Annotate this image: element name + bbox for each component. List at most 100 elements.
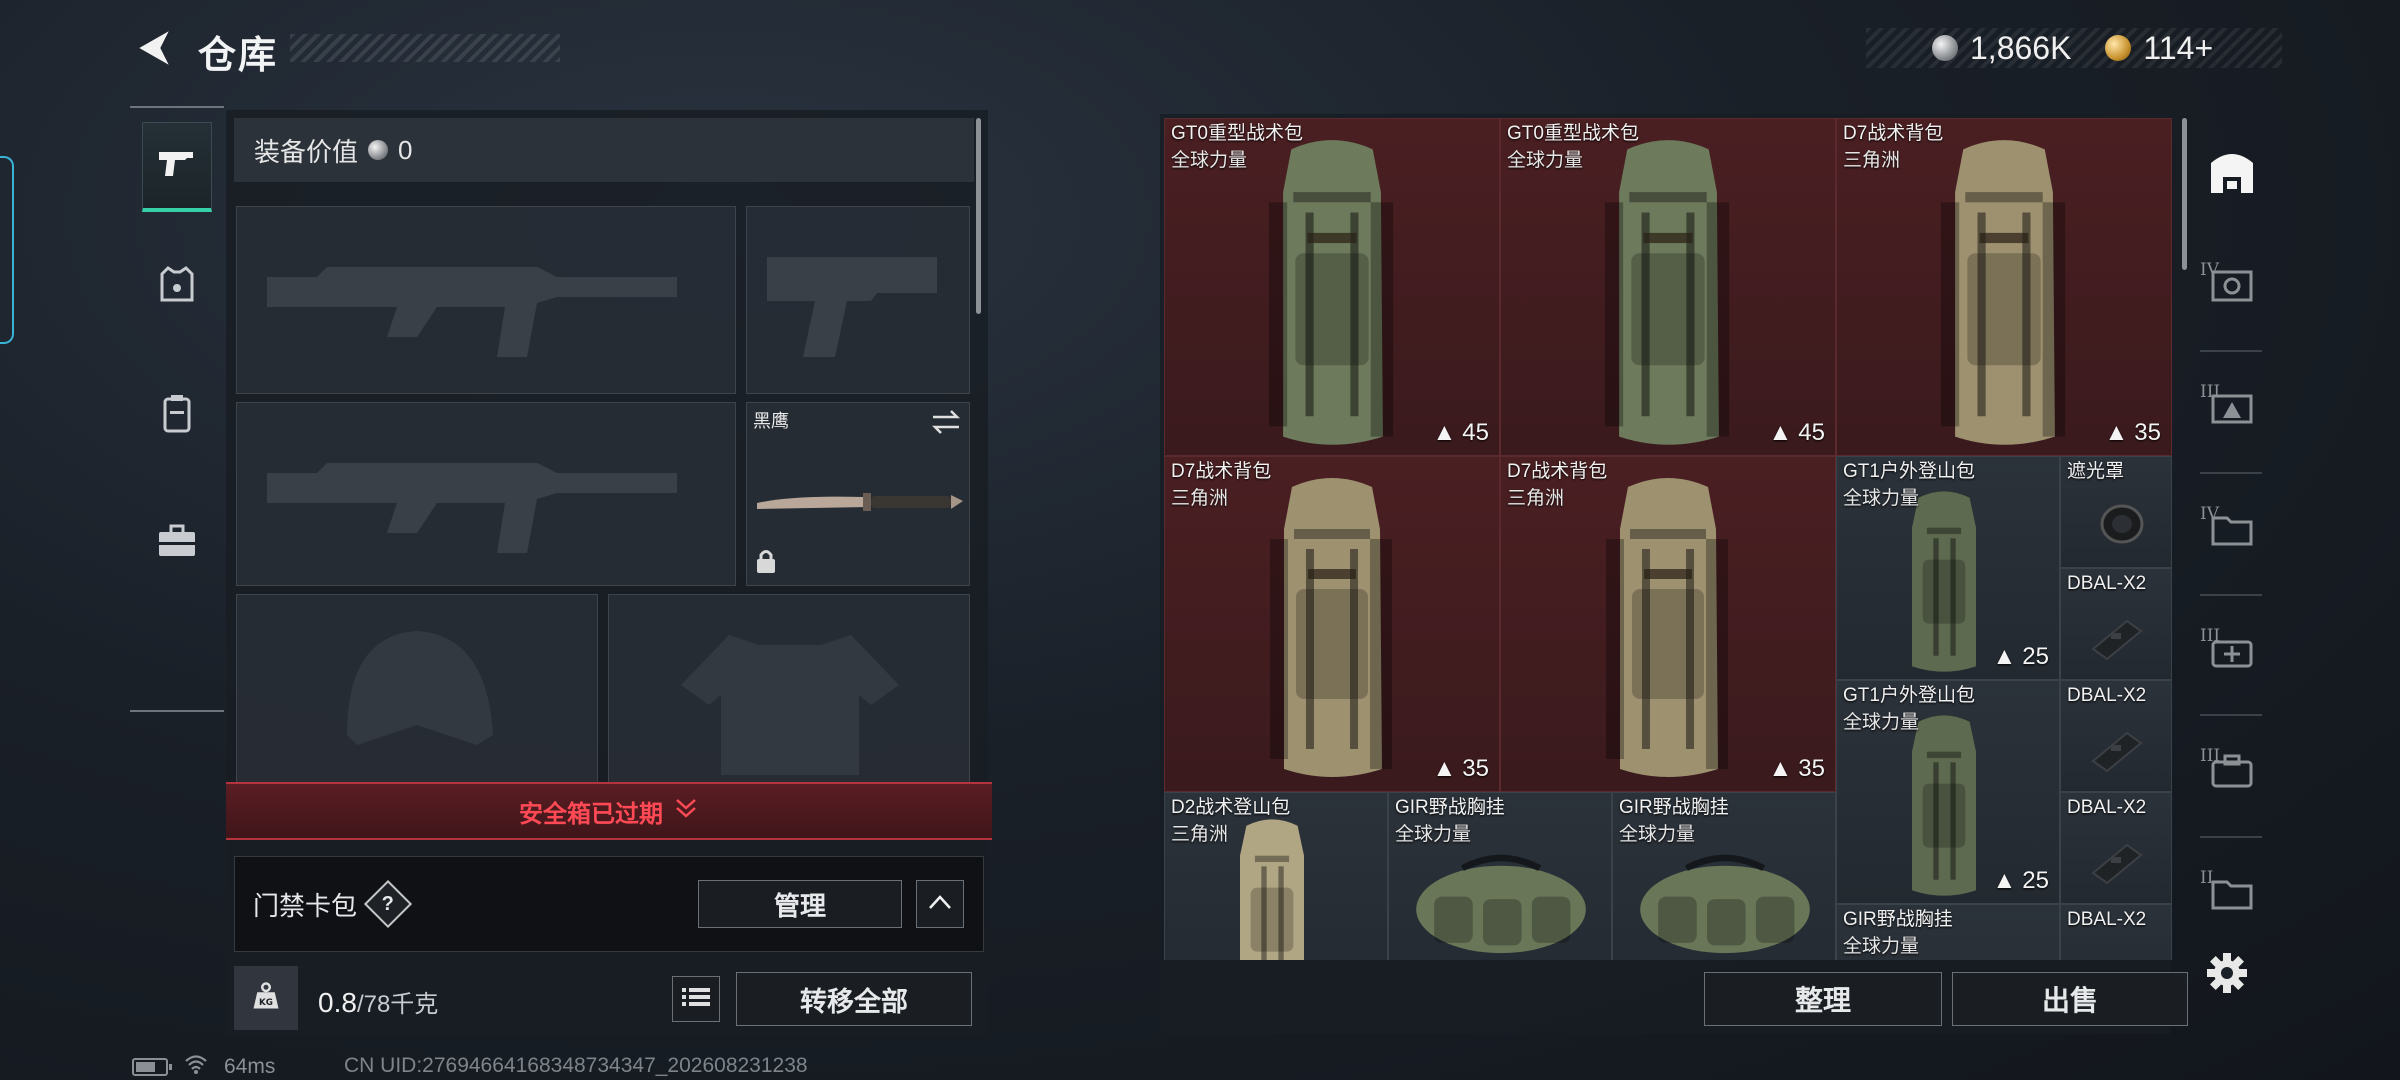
item-faction: 全球力量 [1171, 150, 1248, 171]
primary-weapon-slot[interactable] [236, 206, 736, 394]
inventory-item[interactable]: D2战术登山包 三角洲 [1164, 792, 1388, 960]
tab-storage-5[interactable]: III [2194, 604, 2270, 704]
laser-device-icon [2087, 725, 2147, 780]
item-faction: 全球力量 [1843, 488, 1920, 509]
sort-button[interactable]: 整理 [1704, 972, 1942, 1026]
rifle-silhouette-icon [237, 463, 737, 591]
inventory-item[interactable]: D7战术背包 三角洲 ▲ 35 [1164, 456, 1500, 792]
backpack-item-icon [1257, 469, 1407, 792]
item-name: GIR野战胸挂 [1619, 797, 1729, 818]
transfer-all-button[interactable]: 转移全部 [736, 972, 972, 1026]
safebox-expired-banner[interactable]: 安全箱已过期 [226, 782, 992, 840]
tab-all-storage[interactable] [2194, 124, 2270, 224]
equipment-scrollbar[interactable] [976, 118, 981, 314]
folder-icon [2209, 874, 2255, 919]
tab-backpack[interactable] [142, 370, 212, 460]
title-decoration [290, 34, 560, 62]
weight-indicator [234, 966, 298, 1030]
item-name: DBAL-X2 [2067, 573, 2147, 594]
inventory-item[interactable]: DBAL-X2 [2060, 568, 2172, 680]
laser-device-icon [2087, 613, 2147, 668]
help-icon[interactable]: ? [363, 879, 413, 929]
back-button[interactable] [128, 24, 180, 76]
backpack-icon [161, 393, 193, 438]
inventory-item[interactable]: GT1户外登山包 全球力量 ▲ 25 [1836, 680, 2060, 904]
inventory-item[interactable]: 遮光罩 [2060, 456, 2172, 568]
inventory-item[interactable]: DBAL-X2 [2060, 904, 2172, 960]
inventory-item[interactable]: GT0重型战术包 全球力量 ▲ 45 [1164, 118, 1500, 456]
manage-button[interactable]: 管理 [698, 880, 902, 928]
weight-current: 0.8 [318, 987, 357, 1018]
backpack-item-icon [1593, 469, 1743, 792]
chest-rig-icon [1411, 843, 1591, 960]
equipment-value: 0 [398, 134, 413, 165]
collapse-button[interactable] [916, 880, 964, 928]
currency-bar: 1,866K 114+ [1866, 28, 2282, 68]
item-name: 遮光罩 [2067, 461, 2125, 482]
inventory-scrollbar[interactable] [2182, 118, 2187, 270]
helmet-slot[interactable] [236, 594, 598, 784]
weight-readout: 0.8/78千克 [318, 984, 438, 1019]
knife-icon [753, 481, 965, 526]
pistol-icon [157, 146, 197, 185]
item-name: D7战术背包 [1171, 461, 1272, 482]
item-capacity: ▲ 45 [1432, 419, 1489, 446]
gold-amount: 114+ [2143, 29, 2214, 66]
tab-weapons[interactable] [142, 122, 212, 212]
double-chevron-down-icon [673, 795, 699, 828]
secondary-weapon-slot[interactable] [236, 402, 736, 586]
lock-icon [755, 548, 777, 579]
item-faction: 全球力量 [1619, 824, 1696, 845]
inventory-item[interactable]: GIR野战胸挂 全球力量 [1836, 904, 2060, 960]
inventory-item[interactable]: GIR野战胸挂 全球力量 [1388, 792, 1612, 960]
backpack-item-icon [1593, 131, 1743, 456]
settings-button[interactable] [2202, 950, 2252, 1000]
inventory-item[interactable]: GT0重型战术包 全球力量 ▲ 45 [1500, 118, 1836, 456]
item-name: GIR野战胸挂 [1395, 797, 1505, 818]
item-faction: 三角洲 [1507, 488, 1565, 509]
inventory-item[interactable]: DBAL-X2 [2060, 792, 2172, 904]
item-faction: 三角洲 [1171, 488, 1229, 509]
silver-coin-icon [1932, 35, 1958, 61]
item-name: D7战术背包 [1843, 123, 1944, 144]
inventory-item[interactable]: D7战术背包 三角洲 ▲ 35 [1836, 118, 2172, 456]
inventory-item[interactable]: GIR野战胸挂 全球力量 [1612, 792, 1836, 960]
pistol-slot[interactable] [746, 206, 970, 394]
tab-storage-2[interactable]: IV [2194, 238, 2270, 338]
tab-storage-7[interactable]: II [2194, 846, 2270, 946]
tab-armor[interactable] [142, 242, 212, 332]
pistol-silhouette-icon [747, 257, 971, 399]
inventory-item[interactable]: GT1户外登山包 全球力量 ▲ 25 [1836, 456, 2060, 680]
melee-slot[interactable]: 黑鹰 [746, 402, 970, 586]
tab-storage-6[interactable]: III [2194, 724, 2270, 824]
tab-storage-4[interactable]: IV [2194, 482, 2270, 582]
item-name: D2战术登山包 [1171, 797, 1291, 818]
right-storage-tabs: IV III IV III III II [2194, 114, 2270, 944]
battery-icon [132, 1058, 172, 1076]
item-faction: 全球力量 [1843, 936, 1920, 957]
item-capacity: ▲ 45 [1768, 419, 1825, 446]
item-name: GT0重型战术包 [1507, 123, 1639, 144]
item-faction: 全球力量 [1395, 824, 1472, 845]
item-faction: 三角洲 [1843, 150, 1901, 171]
equipment-value-header: 装备价值 0 [234, 118, 974, 182]
list-icon [682, 986, 710, 1013]
tab-case[interactable] [142, 498, 212, 588]
body-armor-slot[interactable] [608, 594, 970, 784]
capacity-icon: ▲ [1432, 419, 1457, 446]
storage-icon [2207, 149, 2257, 200]
swap-icon[interactable] [931, 409, 961, 440]
back-arrow-icon [133, 27, 175, 74]
sell-button[interactable]: 出售 [1952, 972, 2188, 1026]
item-name: GT1户外登山包 [1843, 685, 1975, 706]
item-name: GIR野战胸挂 [1843, 909, 1953, 930]
item-capacity: ▲ 25 [1992, 643, 2049, 670]
tab-storage-3[interactable]: III [2194, 360, 2270, 460]
armor-vest-icon [160, 265, 194, 309]
inventory-item[interactable]: DBAL-X2 [2060, 680, 2172, 792]
item-capacity: ▲ 35 [2104, 419, 2161, 446]
inventory-grid: GT0重型战术包 全球力量 ▲ 45 GT0重型战术包 全球力量 ▲ 45 D7战术… [1164, 118, 2174, 960]
list-view-button[interactable] [672, 976, 720, 1022]
inventory-item[interactable]: D7战术背包 三角洲 ▲ 35 [1500, 456, 1836, 792]
tier-label: III [2200, 746, 2221, 766]
